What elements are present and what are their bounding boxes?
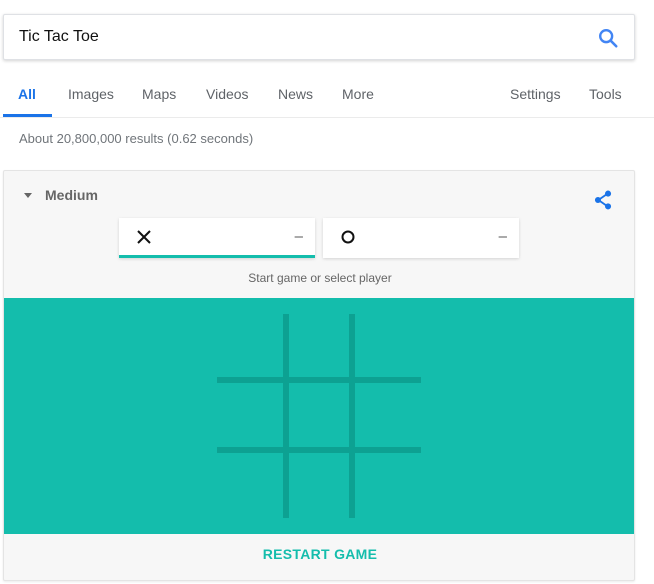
search-tabs: All Images Maps Videos News More Setting… [0, 78, 654, 118]
tab-more[interactable]: More [342, 78, 374, 118]
tab-news[interactable]: News [278, 78, 313, 118]
search-button[interactable] [596, 26, 620, 50]
board-cell-8[interactable] [289, 453, 353, 517]
game-board [4, 298, 634, 534]
board-grid [217, 314, 421, 518]
board-cell-2[interactable] [289, 314, 353, 378]
board-cell-7[interactable] [217, 453, 281, 517]
restart-game-button[interactable]: RESTART GAME [4, 546, 634, 562]
tab-tools[interactable]: Tools [589, 78, 622, 118]
tab-videos[interactable]: Videos [206, 78, 249, 118]
search-input[interactable] [19, 15, 579, 59]
x-mark-icon [137, 230, 151, 244]
player-x-selector[interactable]: – [119, 218, 315, 258]
tab-settings[interactable]: Settings [510, 78, 561, 118]
tab-images[interactable]: Images [68, 78, 114, 118]
player-o-selector[interactable]: – [323, 218, 519, 258]
board-cell-5[interactable] [289, 383, 353, 447]
search-icon [599, 29, 618, 48]
board-cell-9[interactable] [355, 453, 419, 517]
board-cell-4[interactable] [217, 383, 281, 447]
board-cell-6[interactable] [355, 383, 419, 447]
search-box [3, 14, 635, 60]
tab-maps[interactable]: Maps [142, 78, 176, 118]
player-x-score: – [294, 228, 303, 245]
tab-all[interactable]: All [18, 78, 36, 118]
difficulty-label: Medium [45, 187, 98, 203]
caret-down-icon [24, 192, 32, 198]
difficulty-dropdown[interactable]: Medium [24, 184, 98, 206]
active-tab-indicator [3, 114, 52, 117]
player-o-score: – [498, 228, 507, 245]
share-icon [594, 190, 612, 210]
share-button[interactable] [592, 189, 614, 211]
game-status: Start game or select player [248, 271, 392, 285]
board-cell-3[interactable] [355, 314, 419, 378]
board-cell-1[interactable] [217, 314, 281, 378]
o-mark-icon [341, 230, 355, 244]
result-stats: About 20,800,000 results (0.62 seconds) [19, 131, 254, 146]
tic-tac-toe-card: Medium – – Start game or select player R… [3, 170, 635, 581]
